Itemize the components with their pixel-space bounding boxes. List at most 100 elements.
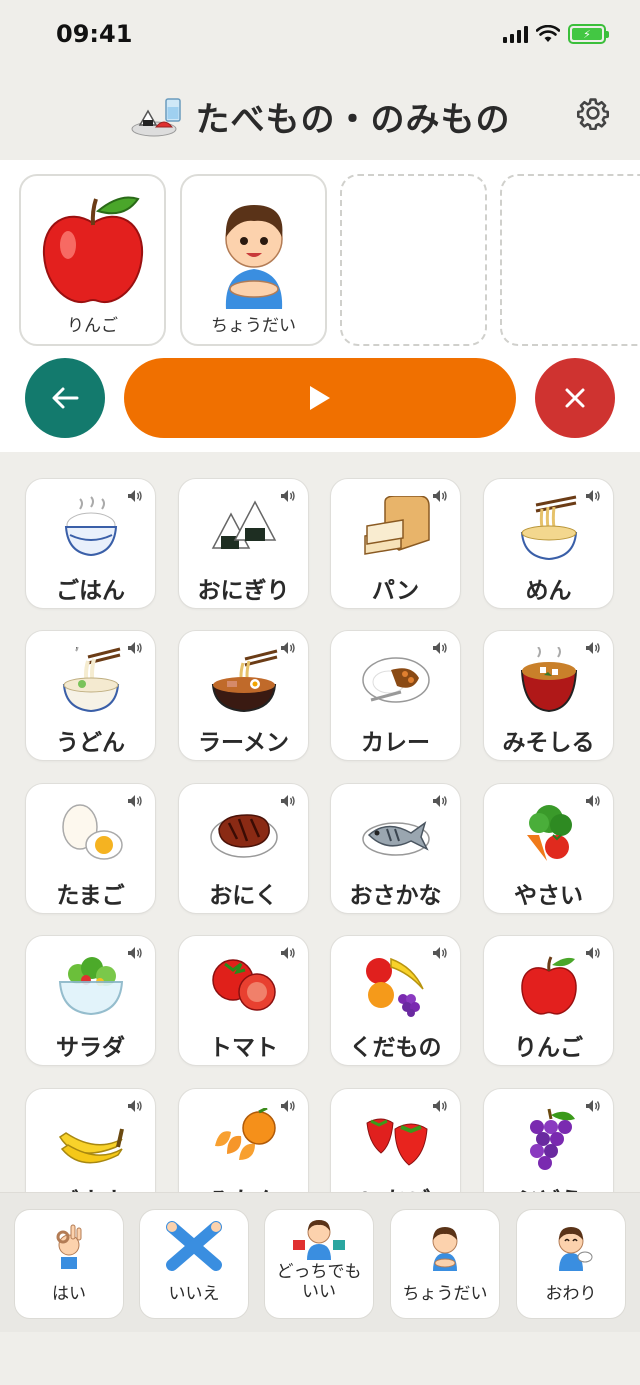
noodles-icon xyxy=(520,495,577,561)
symbol-card-label: バナナ xyxy=(26,1181,155,1192)
strawberry-icon xyxy=(365,1118,428,1166)
symbol-card[interactable]: たまご xyxy=(25,783,156,914)
sentence-strip: りんご ちょうだい xyxy=(0,160,640,452)
header: たべもの・のみもの xyxy=(0,80,640,152)
quick-reply-label: いいえ xyxy=(168,1284,220,1304)
back-button[interactable] xyxy=(25,358,105,438)
curry-icon xyxy=(361,657,430,703)
symbol-card-label: やさい xyxy=(514,883,583,909)
symbol-card-label: カレー xyxy=(361,730,430,756)
status-bar: 09:41 ⚡ xyxy=(0,0,640,70)
symbol-card-label: ラーメン xyxy=(197,730,290,756)
boy-choosing-icon xyxy=(293,1220,345,1260)
symbol-card-label: めん xyxy=(525,578,572,604)
symbol-card-label: おにぎり xyxy=(197,578,290,604)
symbol-card[interactable]: おさかな xyxy=(330,783,461,914)
ramen-icon xyxy=(211,649,277,713)
symbol-card[interactable]: おにぎり xyxy=(178,478,309,609)
close-icon xyxy=(565,388,585,408)
symbol-card-label: サラダ xyxy=(56,1035,125,1061)
symbol-card-label: ごはん xyxy=(56,578,125,604)
quick-reply-label: ちょうだい xyxy=(402,1284,488,1304)
symbol-card-label: トマト xyxy=(209,1035,278,1061)
symbol-card-label: うどん xyxy=(56,730,125,756)
cellular-signal-icon xyxy=(503,25,528,43)
grapes-icon xyxy=(529,1108,575,1170)
symbol-card[interactable]: ぶどう xyxy=(483,1088,614,1192)
symbol-card[interactable]: うどん xyxy=(25,630,156,761)
symbol-card[interactable]: いちご xyxy=(330,1088,461,1192)
boy-asking-icon xyxy=(432,1227,458,1271)
symbol-card-label: みかん xyxy=(179,1181,308,1192)
arrow-left-icon xyxy=(52,387,79,409)
boy-asking-icon xyxy=(224,205,283,309)
symbol-card-label: おにく xyxy=(209,883,278,909)
sentence-slot-3[interactable] xyxy=(340,174,487,346)
symbol-card-label: いちご xyxy=(331,1181,460,1192)
quick-reply-label: はい xyxy=(52,1284,86,1304)
symbol-card[interactable]: ごはん xyxy=(25,478,156,609)
symbol-card[interactable]: みそしる xyxy=(483,630,614,761)
vegetables-icon xyxy=(526,805,572,861)
symbol-card-label: たまご xyxy=(56,883,125,909)
symbol-card[interactable]: カレー xyxy=(330,630,461,761)
onigiri-icon xyxy=(211,500,276,549)
fish-icon xyxy=(361,821,430,856)
quick-reply-bar: はい いいえ どっちでも いい ちょうだい おわり xyxy=(0,1192,640,1332)
crossed-arms-icon xyxy=(166,1221,222,1271)
bread-icon xyxy=(363,496,430,555)
symbol-card[interactable]: おにく xyxy=(178,783,309,914)
rice-bowl-icon xyxy=(64,496,117,557)
symbol-card[interactable]: サラダ xyxy=(25,935,156,1066)
salad-icon xyxy=(58,957,123,1016)
symbol-card[interactable]: トマト xyxy=(178,935,309,1066)
symbol-card[interactable]: りんご xyxy=(483,935,614,1066)
apple-icon xyxy=(42,196,143,304)
symbol-card[interactable]: バナナ xyxy=(25,1088,156,1192)
page-title: たべもの・のみもの xyxy=(195,100,511,140)
quick-reply-no[interactable]: いいえ xyxy=(139,1209,249,1319)
food-tray-icon xyxy=(131,97,181,136)
symbol-card-label: りんご xyxy=(514,1035,583,1061)
sentence-slot-1[interactable]: りんご xyxy=(19,174,166,346)
symbol-card[interactable]: ラーメン xyxy=(178,630,309,761)
symbol-card-label: みそしる xyxy=(502,730,595,756)
apple-icon xyxy=(520,956,577,1015)
wifi-icon xyxy=(536,25,560,42)
gear-icon[interactable] xyxy=(576,96,610,130)
steak-icon xyxy=(209,814,278,858)
quick-reply-label: おわり xyxy=(545,1284,597,1304)
quick-reply-please[interactable]: ちょうだい xyxy=(390,1209,500,1319)
tomato-icon xyxy=(211,959,276,1011)
symbol-grid: ごはん おにぎり パン めんうどん ラーメン カレー みそしるたまご おにく おさかな やさいサラ… xyxy=(0,452,640,1192)
symbol-card[interactable]: くだもの xyxy=(330,935,461,1066)
play-button[interactable] xyxy=(124,358,516,438)
play-icon xyxy=(310,386,330,410)
symbol-card[interactable]: めん xyxy=(483,478,614,609)
symbol-card[interactable]: パン xyxy=(330,478,461,609)
miso-soup-icon xyxy=(520,647,577,713)
status-time: 09:41 xyxy=(56,20,133,48)
symbol-card[interactable]: やさい xyxy=(483,783,614,914)
symbol-card-label: くだもの xyxy=(349,1035,442,1061)
symbol-card-label: パン xyxy=(371,578,420,604)
banana-icon xyxy=(58,1128,124,1164)
egg-icon xyxy=(61,804,123,860)
sentence-slot-label: ちょうだい xyxy=(211,316,296,336)
sentence-slot-4[interactable] xyxy=(500,174,640,346)
symbol-card[interactable]: みかん xyxy=(178,1088,309,1192)
ok-hand-icon xyxy=(56,1224,82,1269)
quick-reply-either[interactable]: どっちでも いい xyxy=(264,1209,374,1319)
quick-reply-label: どっちでも いい xyxy=(276,1262,362,1302)
quick-reply-yes[interactable]: はい xyxy=(14,1209,124,1319)
boy-finished-icon xyxy=(558,1227,593,1271)
fruits-icon xyxy=(365,957,424,1017)
sentence-slot-2[interactable]: ちょうだい xyxy=(180,174,327,346)
symbol-card-label: ぶどう xyxy=(484,1181,613,1192)
mandarin-icon xyxy=(214,1108,276,1160)
symbol-card-label: おさかな xyxy=(349,883,442,909)
clear-button[interactable] xyxy=(535,358,615,438)
battery-icon: ⚡ xyxy=(568,24,609,44)
quick-reply-done[interactable]: おわり xyxy=(516,1209,626,1319)
sentence-slot-label: りんご xyxy=(67,316,118,336)
